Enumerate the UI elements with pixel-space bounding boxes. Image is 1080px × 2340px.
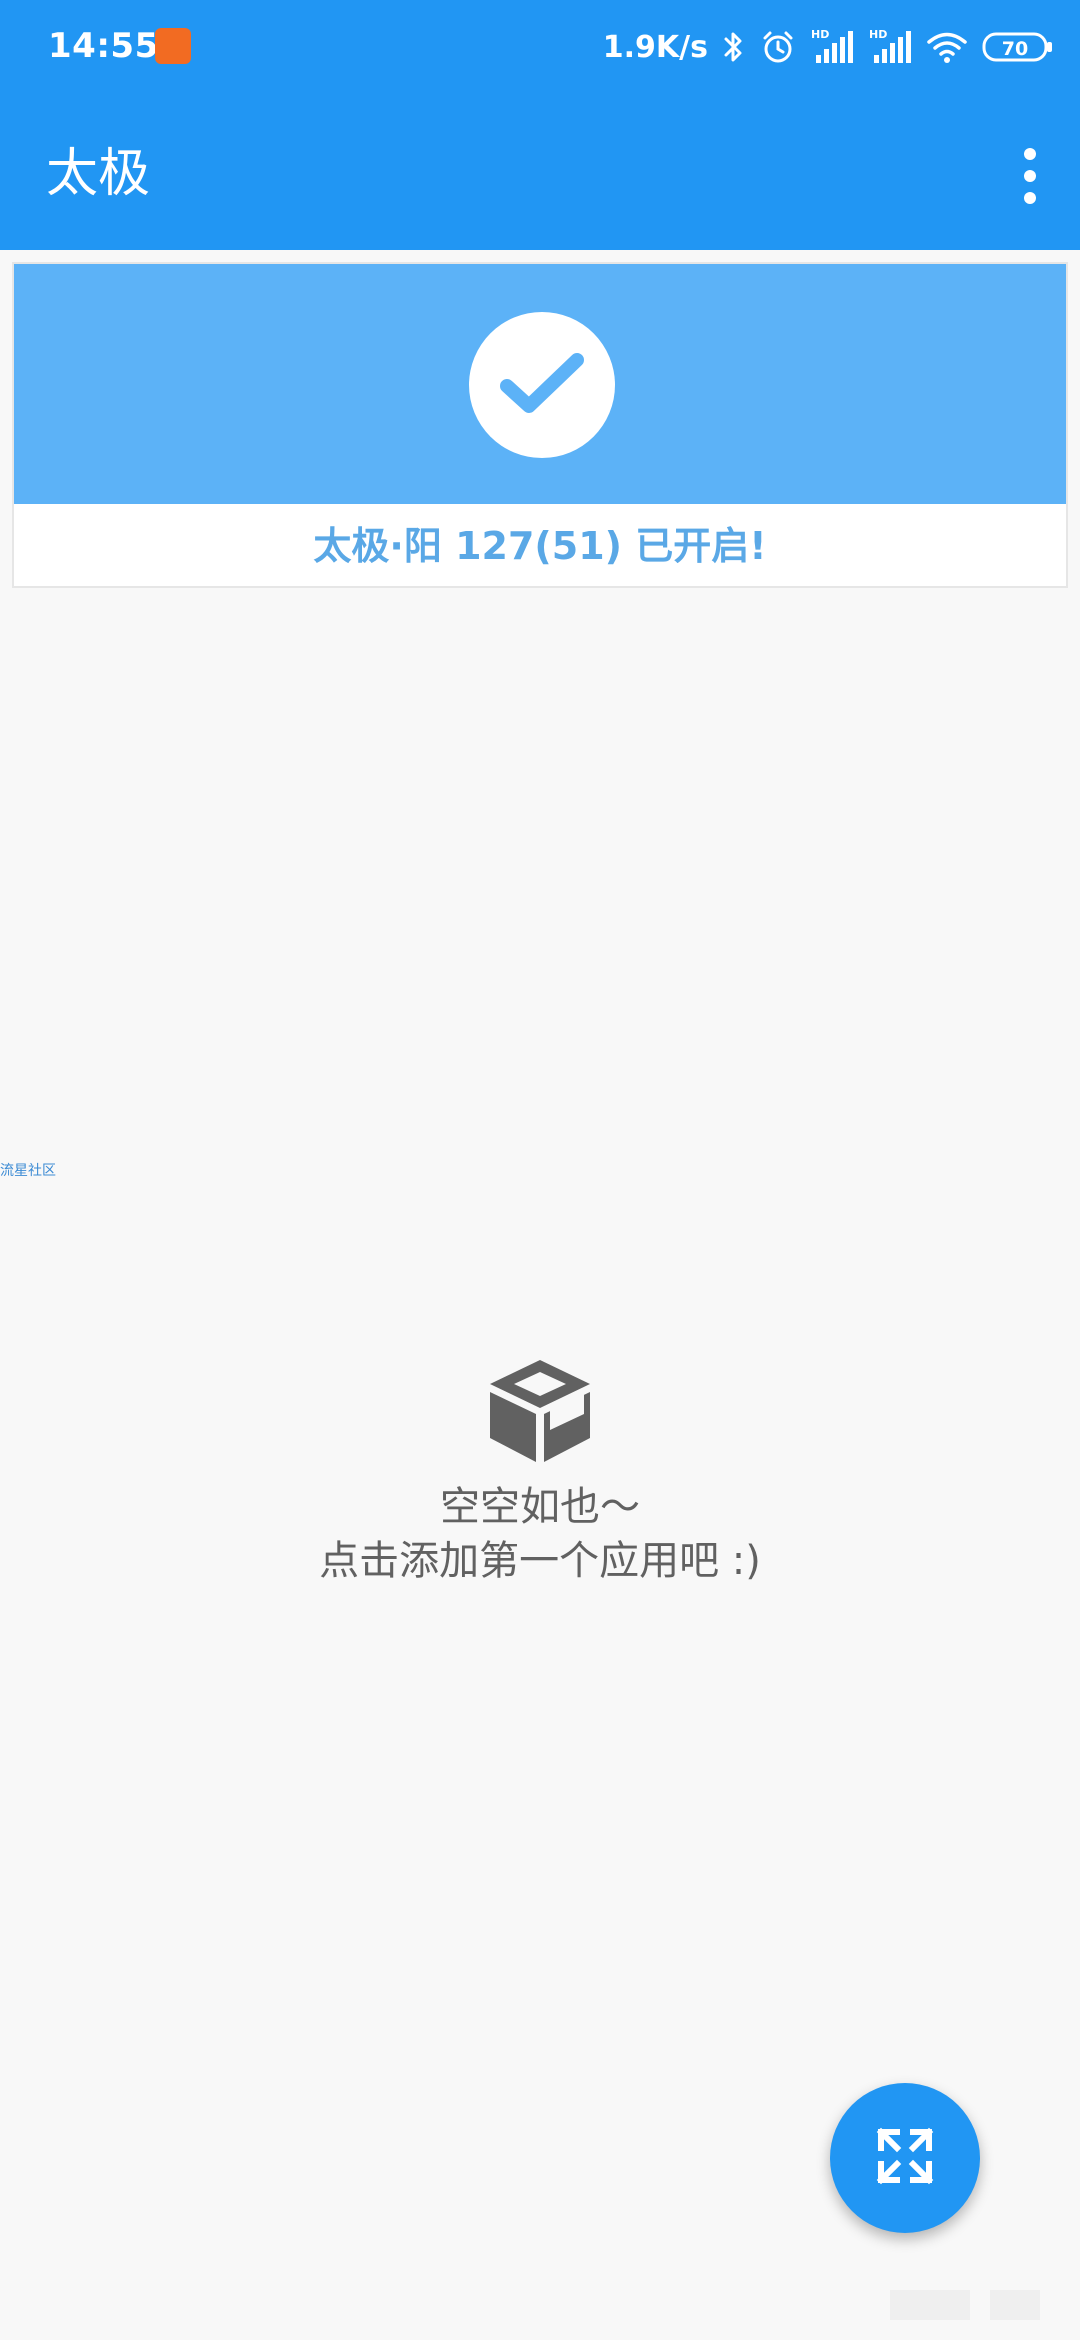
alarm-icon [760, 29, 796, 65]
add-app-fab[interactable] [830, 2083, 980, 2233]
notification-icon [155, 28, 191, 64]
activation-status-text: 太极·阳 127(51) 已开启! [313, 524, 767, 568]
watermark: 流星社区 [0, 1163, 56, 1179]
wifi-icon [926, 29, 968, 65]
box-icon [480, 1350, 600, 1470]
overflow-menu-icon[interactable] [1010, 142, 1050, 210]
bluetooth-icon [722, 29, 746, 65]
check-icon [469, 312, 615, 458]
status-time: 14:55 [48, 26, 159, 66]
status-banner [14, 264, 1066, 504]
expand-arrows-icon [875, 2126, 935, 2190]
empty-state-hint: 点击添加第一个应用吧 :) [319, 1538, 761, 1584]
signal-hd-icon: HD [868, 27, 912, 67]
network-speed: 1.9K/s [602, 29, 708, 65]
empty-state: 空空如也～ 点击添加第一个应用吧 :) [0, 1350, 1080, 1588]
decorative-artefact [890, 2290, 970, 2320]
app-title: 太极 [46, 144, 151, 204]
signal-hd-icon: HD [810, 27, 854, 67]
activation-status-card[interactable]: 太极·阳 127(51) 已开启! [12, 262, 1068, 588]
svg-text:HD: HD [811, 28, 829, 41]
battery-icon: 70 [982, 29, 1054, 65]
battery-level: 70 [1002, 38, 1028, 60]
app-bar: 太极 [0, 100, 1080, 250]
svg-text:HD: HD [869, 28, 887, 41]
status-icons: 1.9K/s HD HD 70 [603, 22, 1054, 72]
empty-state-title: 空空如也～ [440, 1484, 640, 1530]
status-bar: 14:55 1.9K/s HD HD 70 [0, 0, 1080, 100]
decorative-artefact [990, 2290, 1040, 2320]
